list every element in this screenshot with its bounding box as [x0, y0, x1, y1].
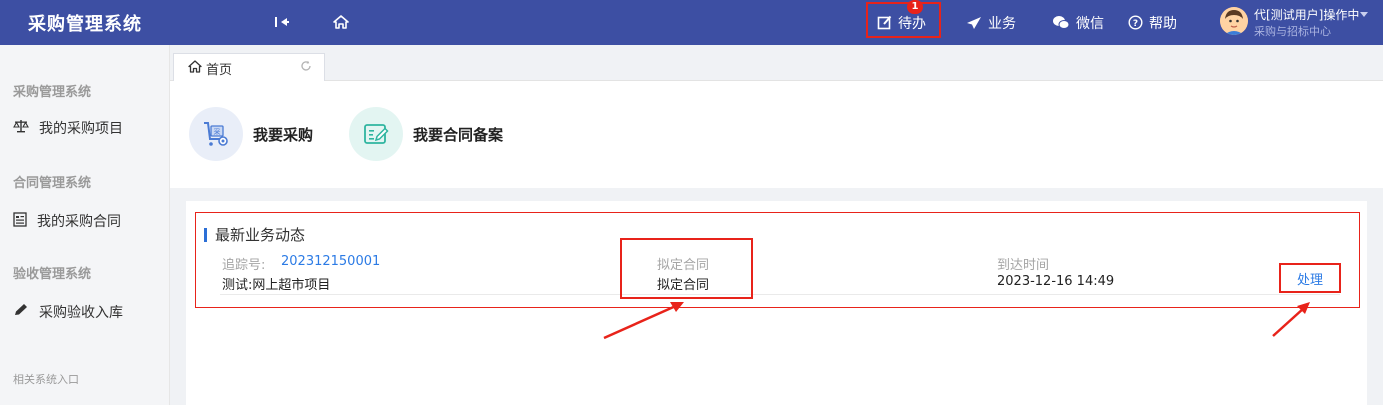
arrival-time-label: 到达时间: [997, 258, 1050, 273]
tab-home[interactable]: 首页: [173, 53, 325, 82]
home-icon: [188, 59, 202, 77]
collapse-sidebar-icon[interactable]: [271, 11, 293, 33]
top-bar: 采购管理系统 待办 业务 微信 ? 帮助 1 代[测试用户]操作中 采购与招标中…: [0, 0, 1383, 45]
svg-text:采: 采: [214, 127, 221, 136]
help-icon: ?: [1128, 15, 1143, 30]
document-icon: [13, 211, 27, 231]
quick-actions: 采 我要采购 我要合同备案: [170, 81, 1383, 188]
quick-action-label: 我要采购: [253, 125, 314, 144]
home-icon[interactable]: [330, 11, 352, 33]
chevron-down-icon[interactable]: [1360, 12, 1368, 17]
sidebar: 采购管理系统 我的采购项目 合同管理系统 我的采购合同 验收管理系统 采购验收入…: [0, 45, 170, 405]
svg-text:?: ?: [1133, 19, 1138, 29]
quick-action-label: 我要合同备案: [413, 125, 504, 144]
related-systems-label: 相关系统入口: [13, 373, 79, 386]
tab-strip: 首页: [170, 45, 1383, 82]
sidebar-item-label: 我的采购合同: [37, 214, 121, 230]
business-dynamics-title-text: 最新业务动态: [215, 226, 306, 244]
nav-wechat-label: 微信: [1076, 15, 1104, 32]
quick-action-contract-filing[interactable]: 我要合同备案: [349, 107, 503, 161]
wechat-icon: [1052, 15, 1070, 30]
user-dept: 采购与招标中心: [1254, 25, 1331, 38]
user-name[interactable]: 代[测试用户]操作中: [1254, 6, 1359, 23]
scale-icon: [13, 119, 29, 137]
nav-help[interactable]: ? 帮助: [1128, 0, 1177, 45]
row-divider: [220, 294, 1340, 295]
nav-help-label: 帮助: [1149, 15, 1177, 32]
todo-highlight-box: [866, 2, 941, 38]
nav-business[interactable]: 业务: [966, 0, 1016, 45]
sidebar-group-procurement: 采购管理系统: [13, 85, 92, 100]
todo-badge: 1: [907, 0, 923, 14]
process-button[interactable]: 处理: [1279, 263, 1341, 293]
sidebar-group-contract: 合同管理系统: [13, 176, 92, 191]
arrival-time-value: 2023-12-16 14:49: [997, 274, 1115, 289]
refresh-icon[interactable]: [300, 60, 312, 76]
sidebar-item-my-procurement[interactable]: 我的采购项目: [13, 118, 123, 138]
app-title: 采购管理系统: [28, 13, 142, 35]
sidebar-item-my-contract[interactable]: 我的采购合同: [13, 211, 121, 231]
contract-edit-icon: [349, 107, 403, 161]
sidebar-item-label: 我的采购项目: [39, 121, 123, 137]
cart-icon: 采: [189, 107, 243, 161]
pencil-icon: [13, 303, 29, 321]
track-number-label: 追踪号:: [222, 258, 266, 273]
project-name: 测试:网上超市项目: [222, 278, 331, 293]
quick-action-purchase[interactable]: 采 我要采购: [189, 107, 313, 161]
nav-business-label: 业务: [988, 15, 1016, 32]
sidebar-group-acceptance: 验收管理系统: [13, 267, 92, 282]
title-accent-bar: [204, 227, 207, 242]
sidebar-item-acceptance-storage[interactable]: 采购验收入库: [13, 302, 123, 322]
sidebar-item-label: 采购验收入库: [39, 305, 123, 321]
avatar[interactable]: [1220, 7, 1248, 35]
tab-home-label: 首页: [206, 62, 233, 78]
send-icon: [966, 16, 982, 30]
business-dynamics-title: 最新业务动态: [204, 224, 305, 245]
stage-highlight-box: [620, 238, 753, 299]
nav-wechat[interactable]: 微信: [1052, 0, 1104, 45]
track-number-link[interactable]: 202312150001: [281, 254, 380, 269]
